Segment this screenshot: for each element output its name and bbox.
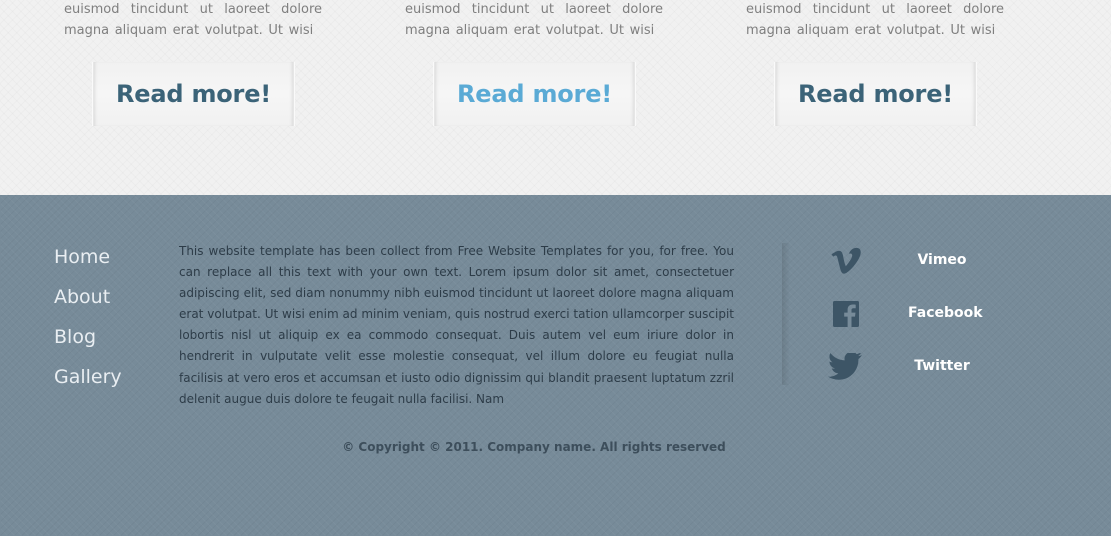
footer-nav-item-blog: Blog [54,323,122,363]
footer-nav: Home About Blog Gallery [54,243,122,403]
footer-divider [782,243,790,385]
social-label-vimeo: Vimeo [917,252,967,268]
nav-link-blog[interactable]: Blog [54,326,96,348]
social-link-facebook[interactable]: Facebook [826,297,1026,337]
nav-link-gallery[interactable]: Gallery [54,366,122,388]
read-more-button[interactable]: Read more! [93,62,294,126]
footer: Home About Blog Gallery This website tem… [0,195,1111,536]
social-link-twitter[interactable]: Twitter [826,350,1026,390]
footer-nav-item-about: About [54,283,122,323]
column-text: euismod tincidunt ut laoreet dolore magn… [64,2,322,38]
facebook-icon [828,299,864,329]
content-section: euismod tincidunt ut laoreet dolore magn… [0,0,1111,195]
footer-nav-item-home: Home [54,243,122,283]
content-column: euismod tincidunt ut laoreet dolore magn… [746,0,1004,41]
twitter-icon [828,352,864,382]
column-text: euismod tincidunt ut laoreet dolore magn… [746,2,1004,38]
read-more-button[interactable]: Read more! [434,62,635,126]
read-more-button[interactable]: Read more! [775,62,976,126]
footer-about-text: This website template has been collect f… [179,244,734,406]
content-column: euismod tincidunt ut laoreet dolore magn… [64,0,322,41]
social-label-facebook: Facebook [908,305,983,321]
vimeo-icon [828,246,864,276]
social-label-twitter: Twitter [914,358,970,374]
copyright-text: © Copyright © 2011. Company name. All ri… [342,440,726,454]
footer-nav-item-gallery: Gallery [54,363,122,403]
nav-link-home[interactable]: Home [54,246,110,268]
social-link-vimeo[interactable]: Vimeo [826,244,1026,284]
content-column: euismod tincidunt ut laoreet dolore magn… [405,0,663,41]
column-text: euismod tincidunt ut laoreet dolore magn… [405,2,663,38]
nav-link-about[interactable]: About [54,286,110,308]
